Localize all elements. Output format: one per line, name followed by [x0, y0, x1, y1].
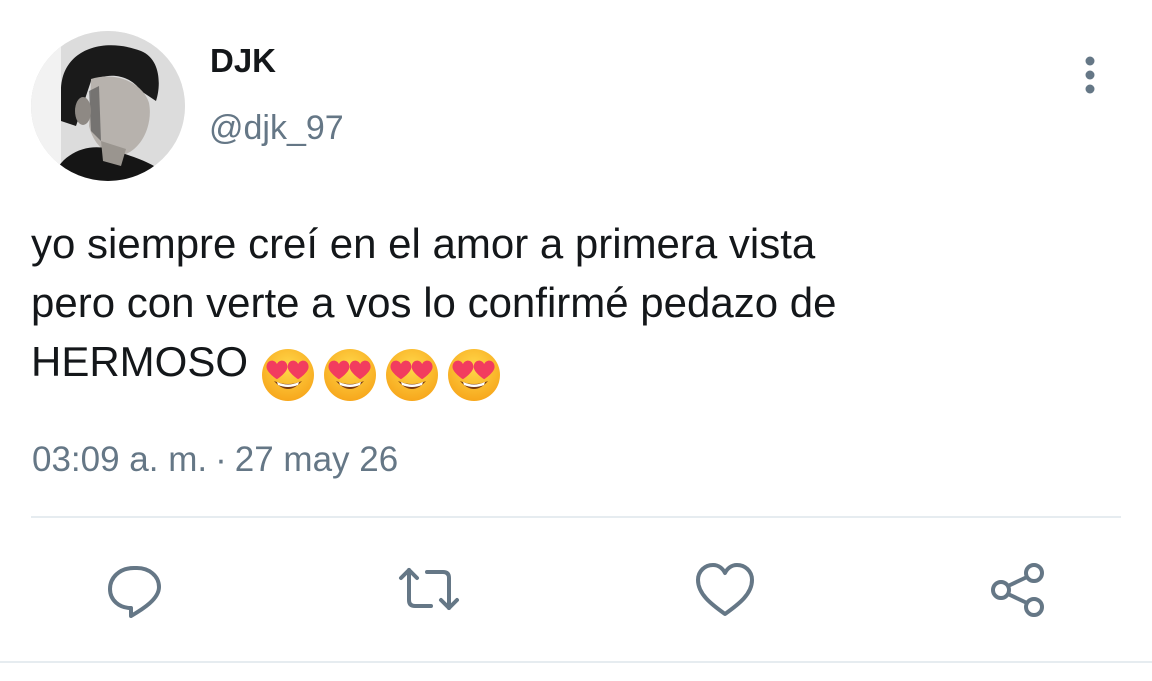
tweet-timestamp[interactable]: 03:09 a. m. · 27 may 26: [32, 440, 398, 480]
retweet-icon: [399, 568, 459, 610]
heart-eyes-emoji-icon: [386, 348, 439, 401]
tweet-text: yo siempre creí en el amor a primera vis…: [31, 214, 1121, 403]
timestamp-separator: ·: [215, 440, 227, 479]
emoji-row: [260, 342, 508, 403]
divider: [31, 516, 1121, 518]
tweet-card: DJK @djk_97 yo siempre creí en el amor a…: [0, 0, 1152, 681]
share-icon: [991, 563, 1044, 617]
tweet-time: 03:09 a. m.: [32, 440, 208, 479]
heart-eyes-emoji-icon: [448, 348, 501, 401]
tweet-text-line: HERMOSO: [31, 332, 1121, 403]
reply-icon: [108, 566, 161, 618]
avatar-image: [31, 31, 185, 181]
more-options-icon[interactable]: [1072, 55, 1108, 97]
tweet-date: 27 may 26: [234, 440, 399, 479]
heart-eyes-emoji-icon: [324, 348, 377, 401]
tweet-text-line: pero con verte a vos lo confirmé pedazo …: [31, 279, 837, 326]
tweet-text-line: yo siempre creí en el amor a primera vis…: [31, 220, 816, 267]
heart-eyes-emoji-icon: [262, 348, 315, 401]
avatar[interactable]: [31, 31, 185, 181]
tweet-text-word: HERMOSO: [31, 338, 249, 385]
like-icon: [696, 563, 754, 616]
user-handle[interactable]: @djk_97: [209, 108, 344, 148]
like-button[interactable]: [693, 560, 757, 620]
bottom-divider: [0, 661, 1152, 663]
share-button[interactable]: [987, 560, 1051, 620]
display-name[interactable]: DJK: [210, 41, 276, 81]
reply-button[interactable]: [103, 560, 167, 620]
retweet-button[interactable]: [397, 560, 461, 620]
